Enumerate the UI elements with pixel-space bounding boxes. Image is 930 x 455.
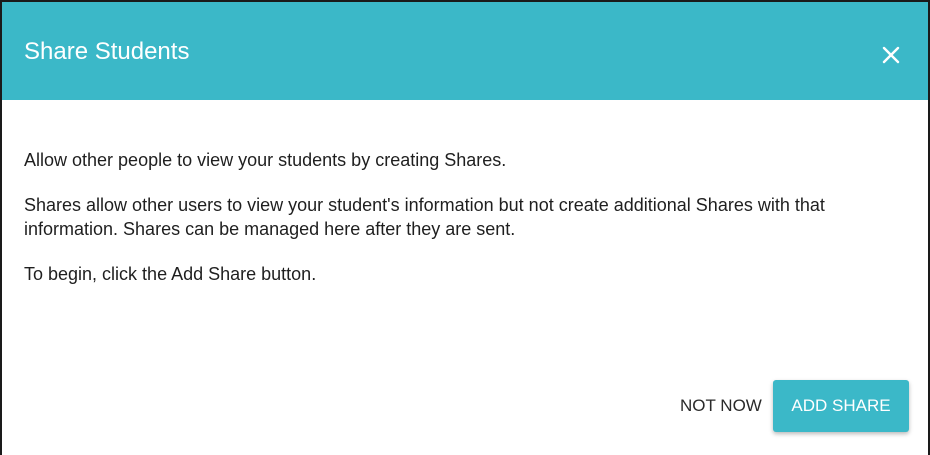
shares-description-text: Shares allow other users to view your st… [24,195,825,239]
share-students-dialog: Share Students Allow other people to vie… [0,0,930,455]
dialog-body: Allow other people to view your students… [24,148,904,307]
close-button[interactable] [874,38,908,72]
close-icon [882,46,900,64]
instructions-text: To begin, click the Add Share button. [24,264,317,284]
not-now-button[interactable]: NOT NOW [672,390,770,422]
dialog-actions: NOT NOW ADD SHARE [2,380,928,432]
dialog-header: Share Students [2,2,928,100]
dialog-title: Share Students [24,38,190,65]
add-share-button[interactable]: ADD SHARE [773,380,909,432]
intro-text: Allow other people to view your students… [24,150,507,170]
